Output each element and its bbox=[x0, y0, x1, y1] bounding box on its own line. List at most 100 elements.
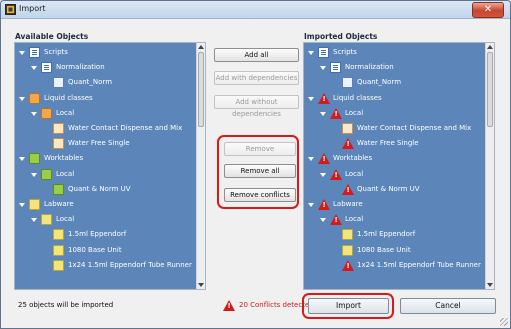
scroll-up-arrow-icon[interactable] bbox=[487, 45, 493, 49]
tree-item-label: 1080 Base Unit bbox=[357, 245, 411, 254]
right_panel-tree-item[interactable]: 1080 Base Unit bbox=[304, 243, 485, 258]
scroll-up-arrow-icon[interactable] bbox=[198, 45, 204, 49]
tree-item-label: 1x24 1.5ml Eppendorf Tube Runner bbox=[68, 260, 192, 269]
document-icon bbox=[53, 77, 64, 89]
expand-arrow-icon[interactable] bbox=[308, 96, 314, 101]
expand-arrow-icon[interactable] bbox=[19, 51, 25, 55]
scroll-down-arrow-icon[interactable] bbox=[198, 283, 204, 287]
left_panel-tree-item[interactable]: Local bbox=[15, 167, 196, 182]
expand-arrow-icon[interactable] bbox=[320, 111, 326, 116]
left_panel-tree-item[interactable]: Quant & Norm UV bbox=[15, 182, 196, 197]
resize-grip-icon[interactable] bbox=[500, 318, 508, 326]
labware-icon bbox=[342, 244, 353, 256]
import-button[interactable]: Import bbox=[308, 298, 389, 314]
add-with-dependencies-button[interactable]: Add with dependencies bbox=[214, 71, 299, 85]
left_panel-tree-item[interactable]: Normalization bbox=[15, 60, 196, 75]
right_panel-tree-item[interactable]: Quant & Norm UV bbox=[304, 182, 485, 197]
imported-objects-scrollbar[interactable] bbox=[485, 43, 494, 289]
labware-icon bbox=[29, 199, 40, 210]
title-bar[interactable]: Import ✕ bbox=[1, 1, 510, 19]
tree-item-label: 1x24 1.5ml Eppendorf Tube Runner bbox=[357, 260, 481, 269]
tree-item-label: Normalization bbox=[56, 63, 105, 72]
close-button[interactable]: ✕ bbox=[472, 2, 504, 18]
left_panel-tree-item[interactable]: 1080 Base Unit bbox=[15, 243, 196, 258]
tree-item-label: Liquid classes bbox=[44, 93, 93, 102]
add-all-button[interactable]: Add all bbox=[214, 48, 299, 62]
warning-icon bbox=[342, 138, 354, 150]
expand-arrow-icon[interactable] bbox=[320, 172, 326, 177]
left_panel-tree-item[interactable]: Scripts bbox=[15, 45, 196, 60]
expand-arrow-icon[interactable] bbox=[19, 157, 25, 162]
left_panel-tree-item[interactable]: Worktables bbox=[15, 151, 196, 166]
right_panel-tree-item[interactable]: Water Contact Dispense and Mix bbox=[304, 121, 485, 136]
expand-arrow-icon[interactable] bbox=[320, 66, 326, 71]
remove-all-button[interactable]: Remove all bbox=[224, 164, 296, 178]
tree-item-label: Scripts bbox=[333, 48, 357, 56]
remove-button[interactable]: Remove bbox=[224, 142, 296, 156]
expand-arrow-icon[interactable] bbox=[19, 96, 25, 101]
script-icon bbox=[318, 47, 329, 58]
scroll-thumb[interactable] bbox=[487, 52, 493, 127]
expand-arrow-icon[interactable] bbox=[31, 218, 37, 223]
remove-conflicts-button[interactable]: Remove conflicts bbox=[224, 188, 296, 202]
scroll-down-arrow-icon[interactable] bbox=[487, 283, 493, 287]
tree-item-label: Quant & Norm UV bbox=[357, 184, 420, 193]
right_panel-tree-item[interactable]: 1x24 1.5ml Eppendorf Tube Runner bbox=[304, 258, 485, 273]
available-objects-tree[interactable]: Scripts Normalization Quant_Norm Liquid cla… bbox=[14, 42, 206, 290]
available-objects-scrollbar[interactable] bbox=[196, 43, 205, 289]
tree-item-label: Local bbox=[345, 215, 364, 224]
right_panel-tree-item[interactable]: Scripts bbox=[304, 45, 485, 60]
expand-arrow-icon[interactable] bbox=[308, 51, 314, 55]
left_panel-tree-item[interactable]: Local bbox=[15, 212, 196, 227]
window-title: Import bbox=[19, 4, 46, 13]
add-without-dependencies-button[interactable]: Add without dependencies bbox=[214, 95, 299, 118]
scroll-thumb[interactable] bbox=[198, 52, 204, 127]
worktable-icon bbox=[53, 183, 64, 195]
right_panel-tree-item[interactable]: 1.5ml Eppendorf bbox=[304, 227, 485, 242]
left_panel-tree-item[interactable]: Local bbox=[15, 106, 196, 121]
expand-arrow-icon[interactable] bbox=[308, 157, 314, 162]
left_panel-tree-item[interactable]: Liquid classes bbox=[15, 91, 196, 106]
tree-item-label: Normalization bbox=[345, 63, 394, 72]
warning-icon bbox=[330, 168, 342, 180]
right_panel-tree-item[interactable]: Quant_Norm bbox=[304, 75, 485, 90]
import-dialog: Import ✕ Available Objects Imported Obje… bbox=[0, 0, 511, 329]
left_panel-tree-item[interactable]: Labware bbox=[15, 197, 196, 212]
warning-icon bbox=[330, 214, 342, 226]
script-icon bbox=[29, 47, 40, 58]
left_panel-tree-item[interactable]: 1.5ml Eppendorf bbox=[15, 227, 196, 242]
imported-objects-tree[interactable]: Scripts Normalization Quant_Norm Liquid cla… bbox=[303, 42, 495, 290]
tree-item-label: Local bbox=[345, 108, 364, 117]
expand-arrow-icon[interactable] bbox=[31, 172, 37, 177]
right_panel-tree-item[interactable]: Local bbox=[304, 167, 485, 182]
tree-item-label: Labware bbox=[333, 200, 363, 208]
expand-arrow-icon[interactable] bbox=[31, 66, 37, 71]
left_panel-tree-item[interactable]: Water Contact Dispense and Mix bbox=[15, 121, 196, 136]
cancel-button[interactable]: Cancel bbox=[400, 298, 496, 314]
warning-icon bbox=[342, 259, 354, 271]
right_panel-tree-item[interactable]: Water Free Single bbox=[304, 136, 485, 151]
labware-icon bbox=[41, 214, 52, 226]
tree-item-label: 1080 Base Unit bbox=[68, 245, 122, 254]
warning-icon bbox=[330, 107, 342, 119]
right_panel-tree-item[interactable]: Liquid classes bbox=[304, 91, 485, 106]
right_panel-tree-item[interactable]: Local bbox=[304, 106, 485, 121]
left_panel-tree-item[interactable]: Water Free Single bbox=[15, 136, 196, 151]
objects-count-status: 25 objects will be imported bbox=[18, 301, 114, 309]
left_panel-tree-item[interactable]: Quant_Norm bbox=[15, 75, 196, 90]
right_panel-tree-item[interactable]: Labware bbox=[304, 197, 485, 212]
liquid-class-icon bbox=[342, 123, 353, 134]
warning-icon bbox=[318, 153, 330, 165]
expand-arrow-icon[interactable] bbox=[31, 111, 37, 116]
labware-icon bbox=[53, 259, 64, 271]
right_panel-tree-item[interactable]: Local bbox=[304, 212, 485, 227]
left_panel-tree-item[interactable]: 1x24 1.5ml Eppendorf Tube Runner bbox=[15, 258, 196, 273]
expand-arrow-icon[interactable] bbox=[320, 218, 326, 223]
expand-arrow-icon[interactable] bbox=[19, 203, 25, 207]
tree-item-label: Worktables bbox=[44, 154, 84, 163]
right_panel-tree-item[interactable]: Worktables bbox=[304, 151, 485, 166]
tree-item-label: Local bbox=[56, 215, 75, 224]
right_panel-tree-item[interactable]: Normalization bbox=[304, 60, 485, 75]
expand-arrow-icon[interactable] bbox=[308, 203, 314, 207]
tree-item-label: Quant_Norm bbox=[68, 78, 113, 87]
